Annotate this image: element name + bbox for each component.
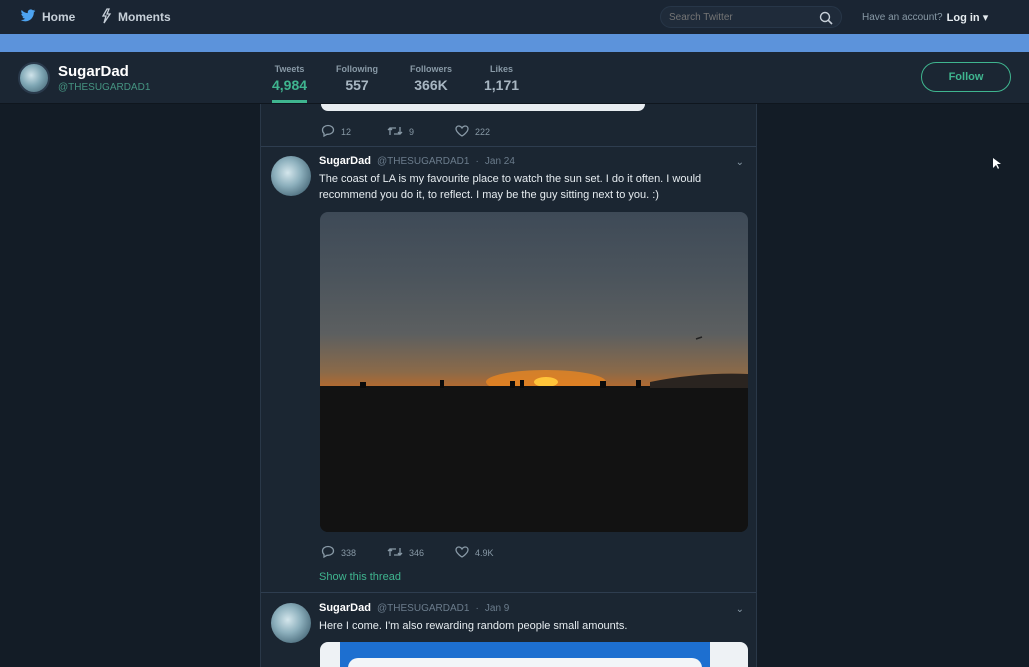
tweet-date[interactable]: Jan 24 [485, 156, 515, 167]
search-box [660, 6, 842, 28]
stat-label: Following [336, 64, 378, 74]
profile-handle: @THESUGARDAD1 [58, 82, 151, 93]
stat-value: 4,984 [272, 77, 308, 93]
tweet-author-handle: @THESUGARDAD1 [377, 603, 470, 614]
cursor-icon [993, 157, 1001, 175]
avatar[interactable] [271, 156, 311, 196]
profile-banner [0, 34, 1029, 52]
retweet-count: 9 [409, 126, 415, 137]
retweet-icon [387, 125, 403, 139]
chevron-down-icon[interactable]: ⌄ [736, 604, 744, 615]
stat-likes[interactable]: Likes 1,171 [484, 64, 519, 93]
search-icon[interactable] [819, 11, 833, 30]
tweet-header: SugarDad @THESUGARDAD1 · Jan 9 [319, 602, 509, 614]
avatar[interactable] [18, 62, 50, 94]
nav-home[interactable]: Home [20, 0, 75, 34]
retweet-count: 346 [409, 547, 425, 558]
reply-action[interactable]: 338 [321, 545, 387, 560]
sunset-photo[interactable] [320, 212, 748, 532]
reply-icon [321, 545, 335, 560]
show-thread-link[interactable]: Show this thread [319, 571, 401, 583]
stat-following[interactable]: Following 557 [336, 64, 378, 93]
reply-icon [321, 124, 335, 139]
chevron-down-icon[interactable]: ⌄ [736, 157, 744, 168]
like-count: 4.9K [475, 547, 494, 558]
stat-value: 366K [414, 77, 448, 93]
profile-bar: SugarDad @THESUGARDAD1 Tweets 4,984 Foll… [0, 52, 1029, 104]
divider [261, 146, 756, 147]
like-icon [455, 124, 469, 139]
retweet-icon [387, 546, 403, 560]
stat-tweets[interactable]: Tweets 4,984 [272, 64, 308, 103]
tweet-author-name[interactable]: SugarDad [319, 155, 371, 167]
moments-icon [100, 7, 112, 27]
tweet-text: The coast of LA is my favourite place to… [319, 173, 702, 201]
stat-label: Likes [490, 64, 514, 74]
timeline: 12 9 222 SugarDad @THESUGARDAD1 · Jan 24… [260, 104, 757, 667]
follow-button[interactable]: Follow [921, 62, 1011, 92]
like-action[interactable]: 4.9K [455, 545, 494, 560]
tweet-media-preview[interactable] [320, 642, 748, 667]
nav-home-label: Home [42, 10, 76, 24]
like-count: 222 [475, 126, 491, 137]
separator: · [475, 156, 479, 167]
profile-name[interactable]: SugarDad [58, 63, 129, 80]
chevron-down-icon: ▾ [982, 11, 989, 24]
stat-label: Followers [410, 64, 453, 74]
like-action[interactable]: 222 [455, 124, 491, 139]
tweet-author-name[interactable]: SugarDad [319, 602, 371, 614]
divider [261, 592, 756, 593]
tweet-text: Here I come. I'm also rewarding random p… [319, 620, 628, 632]
nav-moments-label: Moments [118, 10, 171, 24]
account-prompt: Have an account? [862, 11, 943, 23]
tweet-date[interactable]: Jan 9 [485, 603, 509, 614]
avatar[interactable] [271, 603, 311, 643]
tweet-header: SugarDad @THESUGARDAD1 · Jan 24 [319, 155, 515, 167]
search-input[interactable] [669, 11, 809, 23]
account-area: Have an account? Log in ▾ [862, 0, 988, 34]
top-nav: Home Moments Have an account? Log in ▾ [0, 0, 1029, 34]
previous-media-card[interactable] [321, 104, 645, 111]
media-preview-panel [348, 658, 702, 667]
nav-moments[interactable]: Moments [100, 0, 171, 34]
tweet-author-handle: @THESUGARDAD1 [377, 156, 470, 167]
twitter-bird-icon [20, 8, 36, 26]
tweet-actions: 338 346 4.9K [321, 545, 494, 560]
reply-action[interactable]: 12 [321, 124, 387, 139]
stat-value: 1,171 [484, 77, 520, 93]
stat-value: 557 [345, 77, 369, 93]
login-link[interactable]: Log in ▾ [947, 11, 989, 24]
stat-label: Tweets [274, 64, 305, 74]
separator: · [475, 603, 479, 614]
retweet-action[interactable]: 346 [387, 546, 455, 560]
reply-count: 338 [341, 547, 357, 558]
like-icon [455, 545, 469, 560]
tweet-actions: 12 9 222 [321, 124, 490, 139]
reply-count: 12 [341, 126, 352, 137]
stat-followers[interactable]: Followers 366K [410, 64, 452, 93]
retweet-action[interactable]: 9 [387, 125, 455, 139]
login-label: Log in [946, 11, 980, 24]
